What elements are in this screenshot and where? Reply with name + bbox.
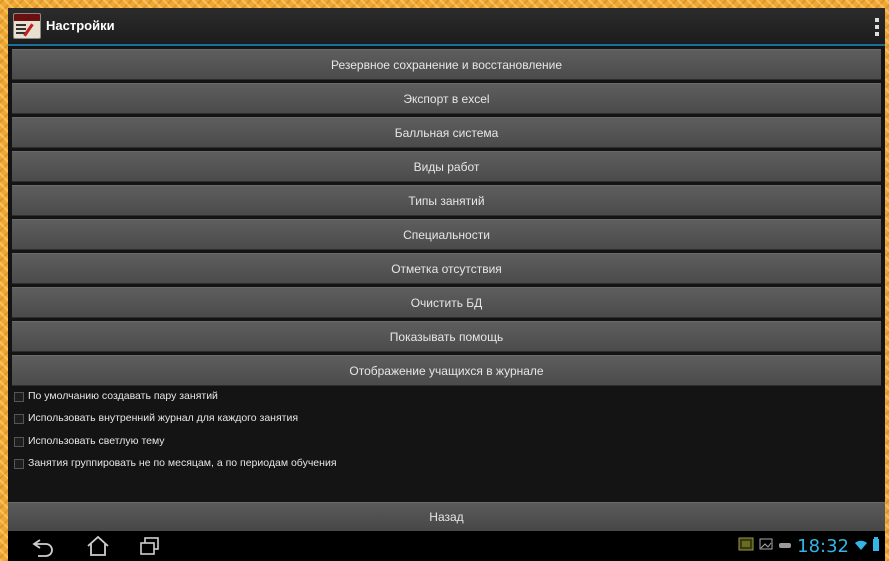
lesson-types-button[interactable]: Типы занятий: [12, 185, 881, 216]
option-label: Занятия группировать не по месяцам, а по…: [28, 456, 337, 469]
screenshot-icon: [738, 537, 754, 556]
app-logo-icon[interactable]: [13, 13, 41, 39]
clock: 18:32: [797, 535, 849, 557]
action-bar: Настройки: [8, 8, 885, 46]
option-row[interactable]: Занятия группировать не по месяцам, а по…: [14, 455, 874, 477]
page-title: Настройки: [46, 18, 115, 33]
student-display-button[interactable]: Отображение учащихся в журнале: [12, 355, 881, 386]
option-label: По умолчанию создавать пару занятий: [28, 390, 218, 402]
work-types-button[interactable]: Виды работ: [12, 151, 881, 182]
options-list: По умолчанию создавать пару занятий Испо…: [14, 388, 874, 477]
backup-restore-button[interactable]: Резервное сохранение и восстановление: [12, 49, 881, 80]
checkbox[interactable]: [14, 414, 24, 425]
grading-system-button[interactable]: Балльная система: [12, 117, 881, 148]
screen: Настройки Резервное сохранение и восстан…: [8, 8, 885, 561]
checkbox[interactable]: [14, 458, 24, 469]
wifi-icon: [854, 537, 868, 556]
option-row[interactable]: Использовать внутренний журнал для каждо…: [14, 410, 874, 432]
overflow-menu-icon[interactable]: [875, 18, 879, 36]
export-excel-button[interactable]: Экспорт в excel: [12, 83, 881, 114]
back-button[interactable]: Назад: [8, 502, 885, 531]
option-label: Использовать светлую тему: [28, 434, 165, 447]
status-area: 18:32: [738, 535, 879, 557]
clear-db-button[interactable]: Очистить БД: [12, 287, 881, 318]
option-row[interactable]: По умолчанию создавать пару занятий: [14, 388, 874, 410]
show-help-button[interactable]: Показывать помощь: [12, 321, 881, 352]
back-icon[interactable]: [26, 534, 66, 558]
usb-icon: [778, 537, 792, 555]
specialties-button[interactable]: Специальности: [12, 219, 881, 250]
recent-apps-icon[interactable]: [130, 534, 170, 558]
absence-mark-button[interactable]: Отметка отсутствия: [12, 253, 881, 284]
home-icon[interactable]: [78, 534, 118, 558]
option-label: Использовать внутренний журнал для каждо…: [28, 412, 299, 425]
checkbox[interactable]: [14, 392, 24, 402]
checkbox[interactable]: [14, 436, 24, 447]
gallery-icon: [759, 537, 773, 555]
battery-icon: [873, 536, 879, 556]
option-row[interactable]: Использовать светлую тему: [14, 433, 874, 455]
system-nav-bar: 18:32: [8, 531, 885, 561]
